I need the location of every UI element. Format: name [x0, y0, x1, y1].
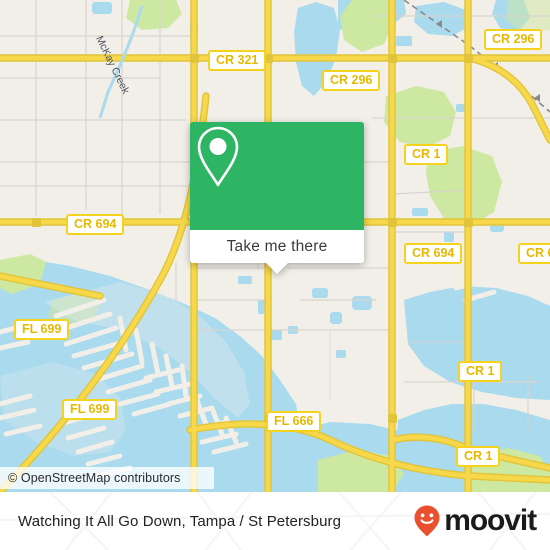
popup-header: [190, 122, 364, 230]
map-pin-icon: [197, 126, 239, 187]
take-me-there-label: Take me there: [226, 237, 328, 255]
popup-action-bar[interactable]: Take me there: [190, 230, 364, 274]
road-shield: CR 1: [458, 361, 503, 382]
road-shield: FL 666: [266, 411, 322, 432]
road-shield: CR 694: [404, 243, 463, 264]
map-attribution[interactable]: © OpenStreetMap contributors: [0, 467, 214, 489]
road-shield: CR 69: [518, 243, 550, 264]
attribution-text: © OpenStreetMap contributors: [8, 471, 181, 485]
footer-bar: Watching It All Go Down, Tampa / St Pete…: [0, 492, 550, 550]
mckay-creek-waterway: [98, 5, 144, 119]
screenshot-root: McKay Creek CR 321 CR 296 CR 296 CR 1 CR 694…: [0, 0, 550, 550]
moovit-wordmark: moovit: [444, 504, 537, 537]
road-shield: CR 296: [322, 70, 381, 91]
location-popup-card[interactable]: Take me there: [190, 122, 364, 274]
road-shield: FL 699: [62, 399, 118, 420]
road-shield: FL 699: [14, 319, 70, 340]
road-shield: CR 1: [456, 446, 501, 467]
road-shield: CR 296: [484, 29, 543, 50]
road-shield: CR 694: [66, 214, 125, 235]
road-shield: CR 321: [208, 50, 267, 71]
road-shield: CR 1: [404, 144, 449, 165]
map-canvas[interactable]: McKay Creek CR 321 CR 296 CR 296 CR 1 CR 694…: [0, 0, 550, 492]
popup-pointer-tail: [266, 263, 288, 274]
smiling-pin-icon: [414, 505, 440, 537]
page-title: Watching It All Go Down, Tampa / St Pete…: [18, 512, 342, 530]
moovit-logo[interactable]: moovit: [412, 504, 537, 538]
